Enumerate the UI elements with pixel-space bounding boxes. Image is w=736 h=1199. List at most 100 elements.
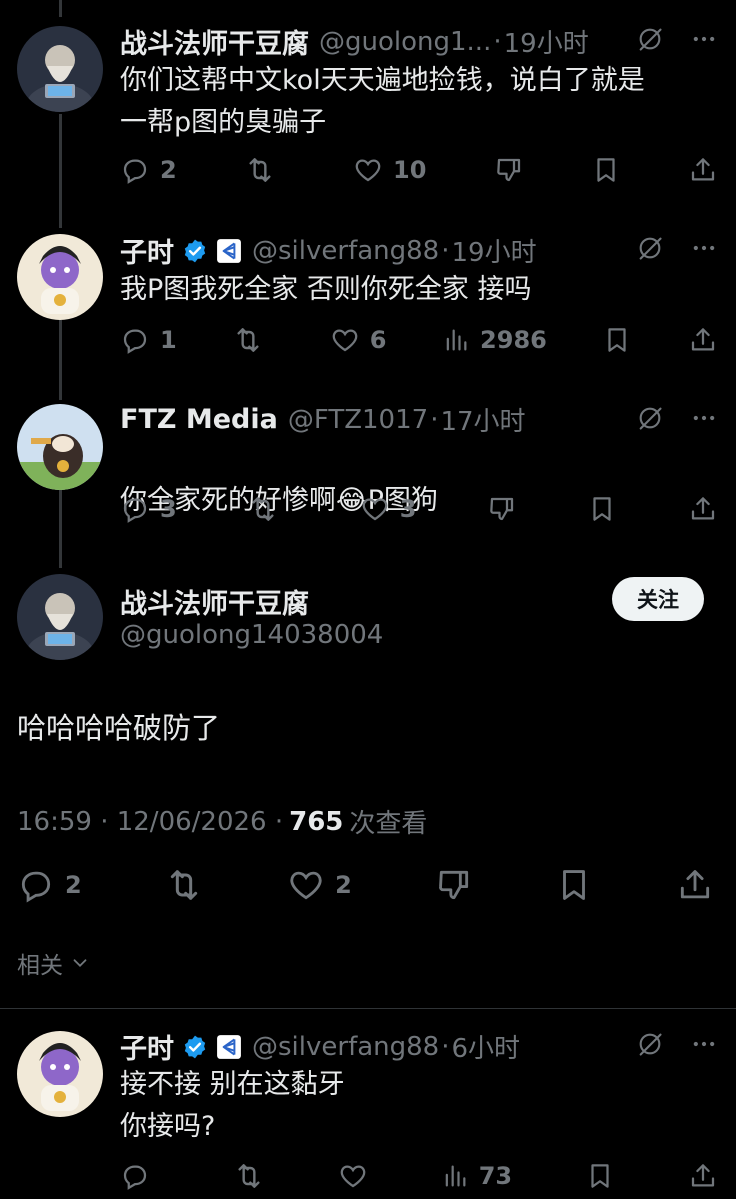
- thread-line: [59, 320, 62, 400]
- tweet-header: 战斗法师干豆腐 @guolong1... · 19小时: [120, 22, 589, 61]
- like-button[interactable]: 3: [360, 494, 417, 524]
- share-button[interactable]: [688, 325, 718, 355]
- bookmark-button[interactable]: [555, 866, 593, 904]
- reply-count: 2: [65, 871, 82, 899]
- retweet-button[interactable]: [232, 324, 274, 356]
- tweet-top-icons: [636, 1030, 718, 1058]
- tweet-actions: 1 6 2986: [120, 324, 718, 356]
- display-name[interactable]: 子时: [120, 1027, 174, 1066]
- bookmark-button[interactable]: [602, 325, 632, 355]
- main-timestamp[interactable]: 16:59 · 12/06/2026 ·: [17, 807, 283, 837]
- retweet-button[interactable]: [247, 493, 289, 525]
- avatar[interactable]: [17, 1031, 103, 1117]
- heart-icon: [330, 325, 360, 355]
- separator: ·: [493, 26, 502, 57]
- more-icon[interactable]: [690, 25, 718, 53]
- retweet-icon: [247, 493, 279, 525]
- tweet-text: 你们这帮中文kol天天遍地捡钱，说白了就是 一帮p图的臭骗子: [120, 65, 645, 138]
- like-button[interactable]: 10: [353, 155, 426, 185]
- main-display-name[interactable]: 战斗法师干豆腐: [120, 582, 309, 621]
- reply-button[interactable]: 2: [17, 866, 82, 904]
- tweet-text: 接不接 别在这黏牙 你接吗?: [120, 1069, 345, 1142]
- grok-icon[interactable]: [636, 25, 664, 53]
- retweet-button[interactable]: [233, 1160, 265, 1192]
- more-icon[interactable]: [690, 1030, 718, 1058]
- main-tweet-actions: 2 2: [17, 865, 714, 905]
- verified-badge-icon: [182, 238, 208, 264]
- user-handle[interactable]: @silverfang88: [252, 1032, 439, 1062]
- thread-line: [59, 114, 62, 228]
- separator: ·: [430, 404, 439, 435]
- heart-icon: [353, 155, 383, 185]
- timestamp[interactable]: 17小时: [440, 401, 525, 438]
- display-name[interactable]: 战斗法师干豆腐: [120, 22, 309, 61]
- grok-icon[interactable]: [636, 404, 664, 432]
- dislike-icon: [487, 494, 517, 524]
- verified-badge-icon: [182, 1034, 208, 1060]
- bookmark-button[interactable]: [587, 494, 617, 524]
- retweet-button[interactable]: [164, 865, 204, 905]
- reply-button[interactable]: 2: [120, 155, 177, 185]
- avatar[interactable]: [17, 574, 103, 660]
- avatar[interactable]: [17, 234, 103, 320]
- view-count: 73: [478, 1162, 513, 1190]
- grok-icon[interactable]: [636, 1030, 664, 1058]
- bookmark-button[interactable]: [585, 1161, 615, 1191]
- reply-icon: [120, 494, 150, 524]
- views-icon: [441, 1162, 469, 1190]
- like-count: 6: [369, 326, 387, 354]
- main-tweet-text: 哈哈哈哈破防了: [17, 711, 221, 745]
- tweet-header: FTZ Media @FTZ1017 · 17小时: [120, 401, 526, 438]
- retweet-icon: [232, 324, 264, 356]
- dislike-button[interactable]: [487, 494, 517, 524]
- user-handle[interactable]: @guolong1...: [319, 27, 491, 57]
- follow-button[interactable]: 关注: [612, 577, 704, 621]
- affiliate-badge-icon: [216, 238, 242, 264]
- dislike-button[interactable]: [435, 866, 473, 904]
- like-button[interactable]: 2: [287, 866, 352, 904]
- share-button[interactable]: [688, 494, 718, 524]
- timestamp[interactable]: 19小时: [504, 23, 589, 60]
- retweet-icon: [164, 865, 204, 905]
- display-name[interactable]: 子时: [120, 231, 174, 270]
- tweet-meta: 16:59 · 12/06/2026 · 765 次查看: [17, 803, 427, 840]
- bookmark-icon: [585, 1161, 615, 1191]
- reply-icon: [120, 325, 150, 355]
- reply-button[interactable]: 1: [120, 325, 177, 355]
- user-handle[interactable]: @silverfang88: [252, 236, 439, 266]
- like-button[interactable]: [338, 1161, 368, 1191]
- thread-line: [59, 490, 62, 568]
- share-button[interactable]: [688, 155, 718, 185]
- avatar[interactable]: [17, 26, 103, 112]
- timestamp[interactable]: 6小时: [451, 1028, 520, 1065]
- display-name[interactable]: FTZ Media: [120, 404, 278, 435]
- grok-icon[interactable]: [636, 234, 664, 262]
- bookmark-button[interactable]: [591, 155, 621, 185]
- retweet-icon: [233, 1160, 265, 1192]
- reply-icon: [120, 155, 150, 185]
- main-user-handle[interactable]: @guolong14038004: [120, 620, 383, 650]
- avatar[interactable]: [17, 404, 103, 490]
- view-count: 2986: [480, 326, 547, 354]
- bookmark-icon: [555, 866, 593, 904]
- views-button[interactable]: 2986: [442, 326, 547, 354]
- user-handle[interactable]: @FTZ1017: [288, 405, 428, 435]
- heart-icon: [360, 494, 390, 524]
- retweet-button[interactable]: [244, 154, 286, 186]
- reply-button[interactable]: 3: [120, 494, 177, 524]
- dislike-button[interactable]: [494, 155, 524, 185]
- tweet-text: 我P图我死全家 否则你死全家 接吗: [120, 274, 532, 305]
- share-button[interactable]: [688, 1161, 718, 1191]
- more-icon[interactable]: [690, 234, 718, 262]
- timestamp[interactable]: 19小时: [451, 232, 536, 269]
- like-button[interactable]: 6: [330, 325, 387, 355]
- reply-button[interactable]: [120, 1161, 160, 1191]
- share-icon: [676, 866, 714, 904]
- views-button[interactable]: 73: [441, 1162, 512, 1190]
- reply-count: 2: [160, 156, 177, 184]
- related-toggle[interactable]: 相关: [17, 946, 91, 980]
- more-icon[interactable]: [690, 404, 718, 432]
- tweet-top-icons: [636, 25, 718, 53]
- share-button[interactable]: [676, 866, 714, 904]
- like-count: 3: [399, 495, 417, 523]
